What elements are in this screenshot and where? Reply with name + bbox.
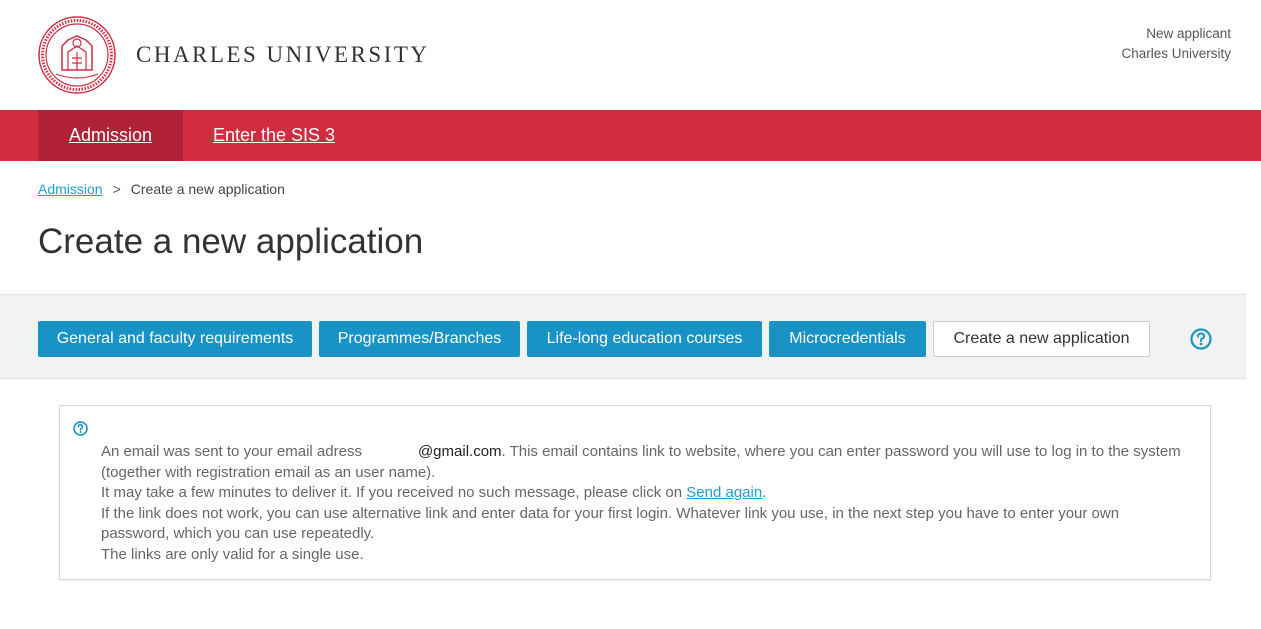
university-seal-icon[interactable] bbox=[38, 16, 116, 94]
breadcrumb-current: Create a new application bbox=[130, 181, 285, 197]
site-header: CHARLES UNIVERSITY New applicant Charles… bbox=[0, 0, 1261, 110]
breadcrumb-separator: > bbox=[112, 181, 121, 197]
email-domain: @gmail.com bbox=[417, 443, 502, 460]
info-message: An email was sent to your email adress @g… bbox=[101, 442, 1186, 565]
page-title: Create a new application bbox=[38, 222, 424, 261]
user-info: New applicant Charles University bbox=[1121, 24, 1231, 64]
nav-item-enter-sis[interactable]: Enter the SIS 3 bbox=[213, 110, 335, 161]
user-institution: Charles University bbox=[1121, 46, 1231, 61]
email-sent-info-box: An email was sent to your email adress @g… bbox=[59, 405, 1211, 580]
tab-lifelong-courses[interactable]: Life-long education courses bbox=[527, 321, 762, 357]
tab-general-requirements[interactable]: General and faculty requirements bbox=[38, 321, 312, 357]
tab-programmes-branches[interactable]: Programmes/Branches bbox=[319, 321, 520, 357]
tab-microcredentials[interactable]: Microcredentials bbox=[769, 321, 926, 357]
info-paragraph-email: An email was sent to your email adress @g… bbox=[101, 443, 1181, 481]
help-icon bbox=[73, 421, 88, 436]
main-nav: Admission Enter the SIS 3 bbox=[0, 110, 1261, 161]
info-paragraph-alternative: If the link does not work, you can use a… bbox=[101, 504, 1120, 543]
info-paragraph-single-use: The links are only valid for a single us… bbox=[101, 545, 364, 563]
breadcrumb-admission-link[interactable]: Admission bbox=[38, 181, 103, 197]
user-role: New applicant bbox=[1146, 26, 1231, 41]
breadcrumb: Admission > Create a new application bbox=[38, 181, 285, 197]
help-icon[interactable] bbox=[1190, 328, 1212, 350]
send-again-link[interactable]: Send again bbox=[686, 484, 762, 501]
info-paragraph-resend: It may take a few minutes to deliver it.… bbox=[101, 484, 767, 501]
nav-item-admission[interactable]: Admission bbox=[38, 110, 183, 161]
tab-create-application[interactable]: Create a new application bbox=[933, 321, 1150, 357]
application-tabs: General and faculty requirements Program… bbox=[0, 294, 1246, 379]
university-name: CHARLES UNIVERSITY bbox=[136, 42, 430, 67]
